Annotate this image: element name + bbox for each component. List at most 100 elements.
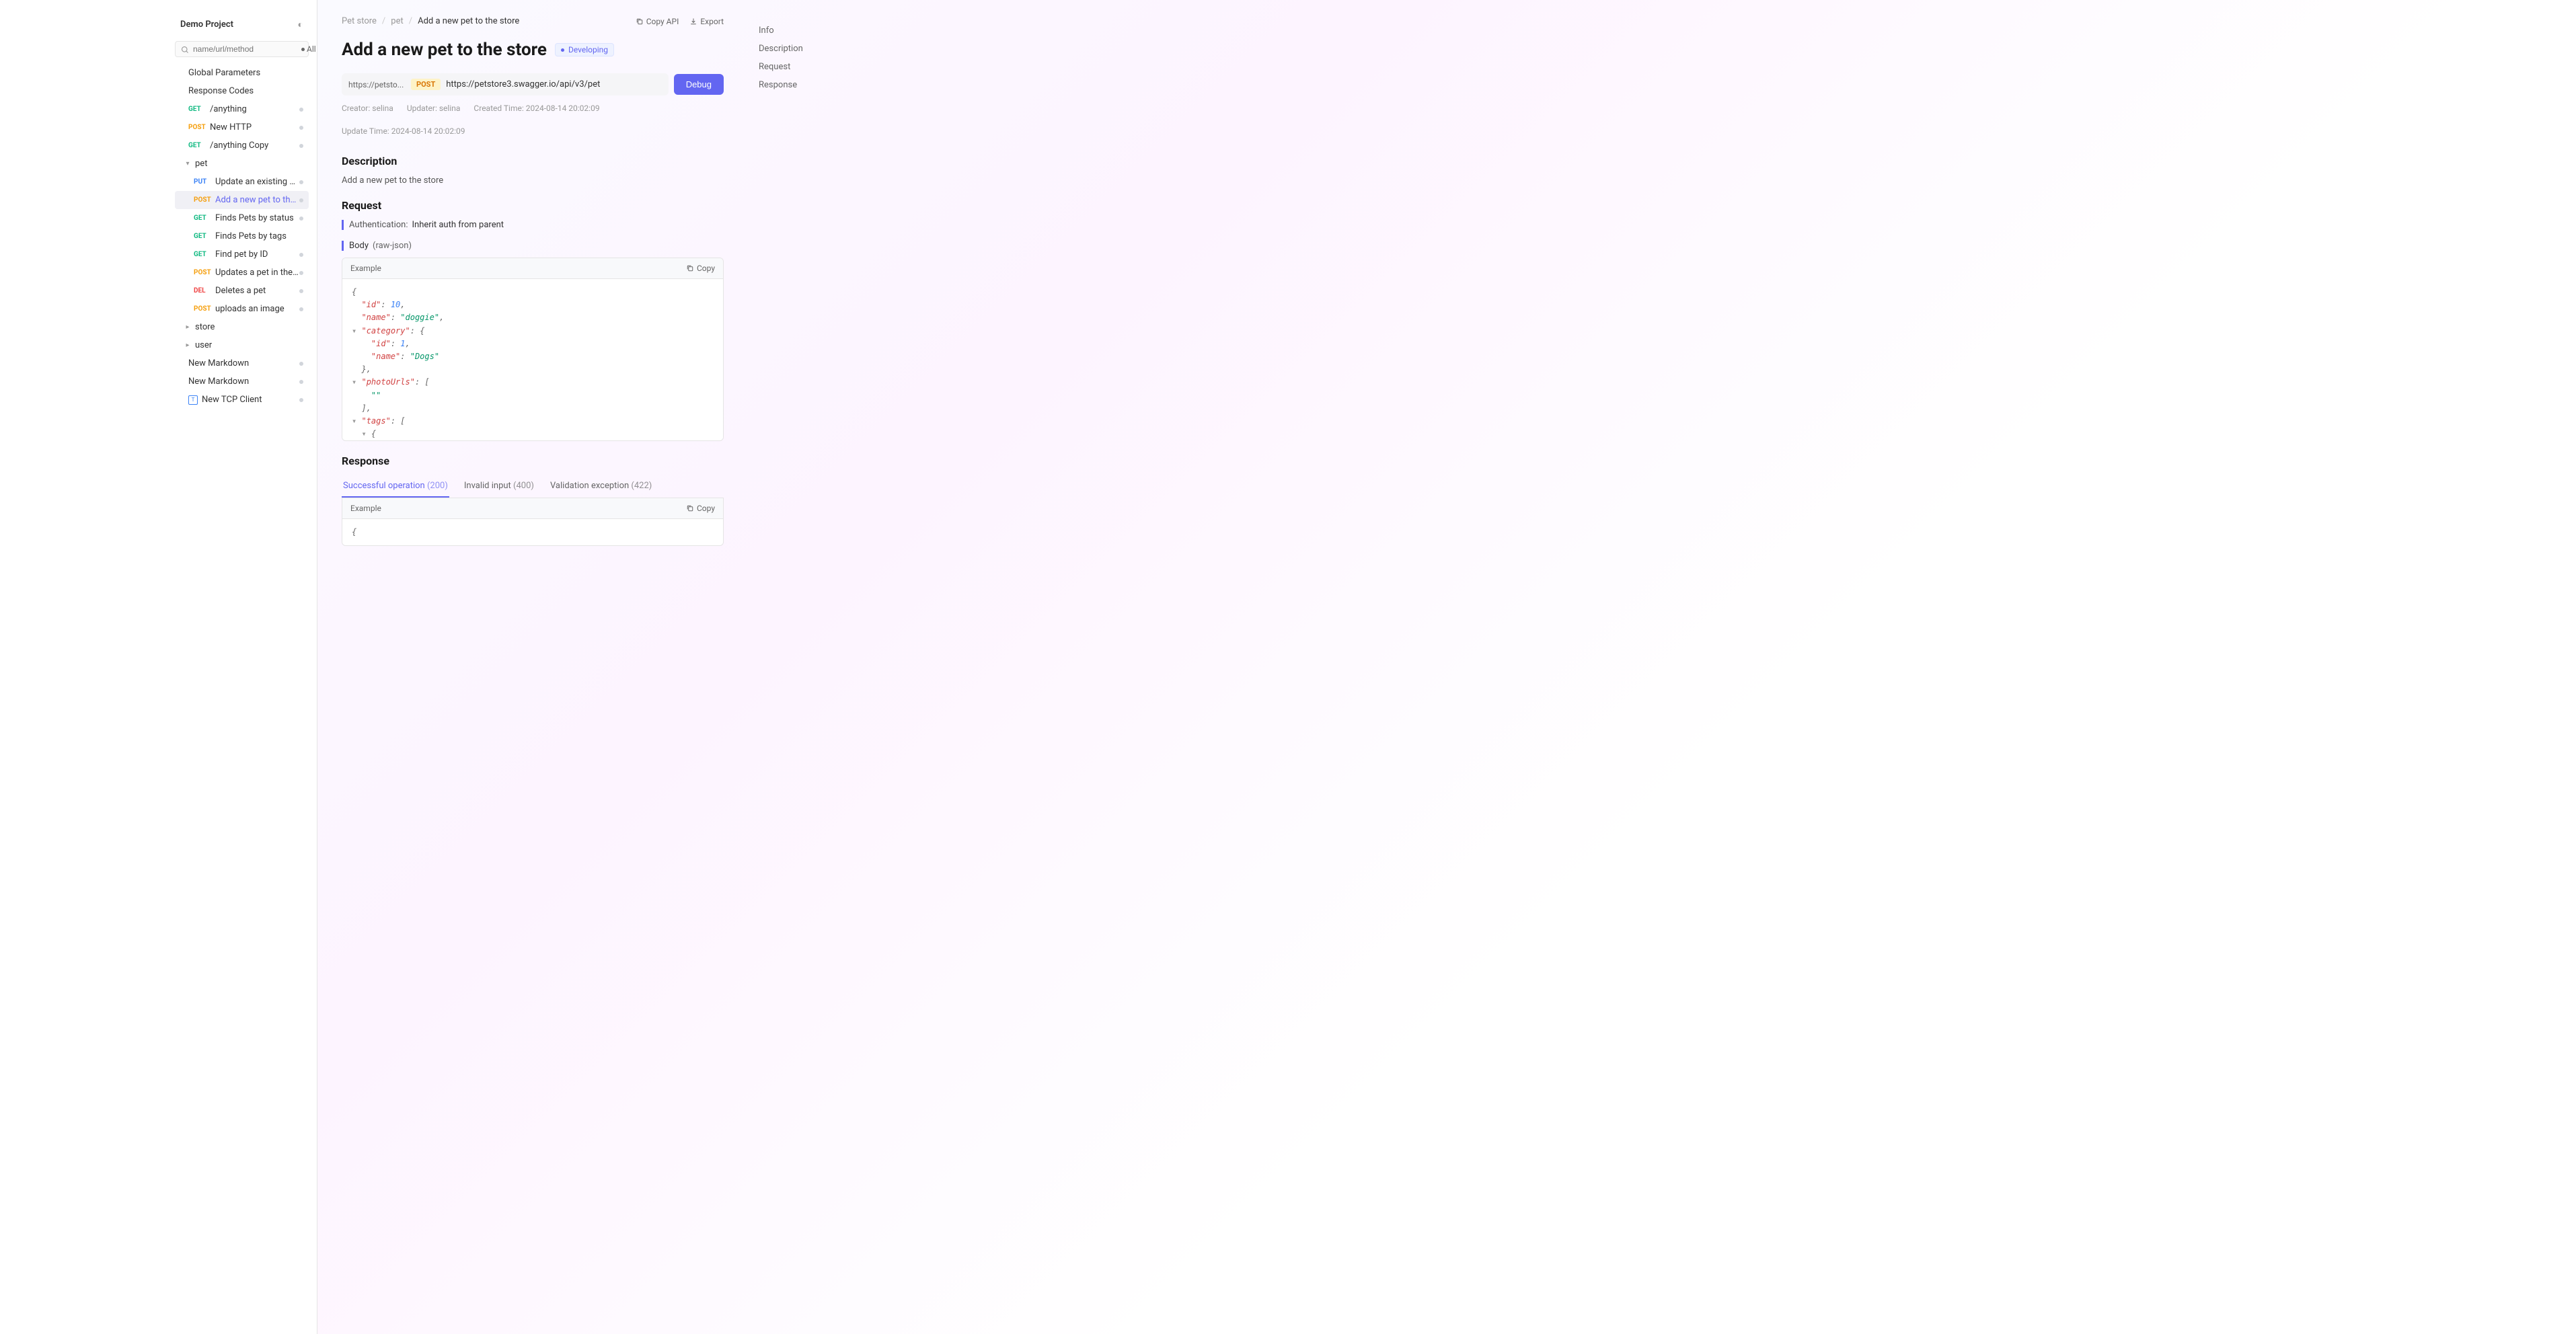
tree-item[interactable]: TNew TCP Client [175,391,309,409]
breadcrumb: Pet store / pet / Add a new pet to the s… [342,16,519,26]
tree-folder[interactable]: ▾pet [175,155,309,173]
nav-description[interactable]: Description [759,40,845,58]
tree-item[interactable]: GETFinds Pets by status [175,209,309,227]
tree-folder[interactable]: ▸store [175,318,309,336]
tree-item[interactable]: Response Codes [175,82,309,100]
expand-icon[interactable]: ▾ [183,160,192,167]
description-heading: Description [342,155,724,167]
expand-icon[interactable]: ▸ [183,342,192,349]
debug-button[interactable]: Debug [674,74,724,95]
search-input[interactable] [193,44,297,54]
tree-item[interactable]: POSTNew HTTP [175,118,309,136]
method-label: GET [194,251,215,258]
status-dot-icon [561,48,564,52]
meta-updated: Update Time: 2024-08-14 20:02:09 [342,126,465,136]
response-tab[interactable]: Invalid input (400) [463,475,535,498]
nav-response[interactable]: Response [759,76,845,94]
response-tabs: Successful operation (200) Invalid input … [342,475,724,498]
export-button[interactable]: Export [689,17,724,26]
main-area: Pet store / pet / Add a new pet to the s… [317,0,2576,1334]
tree-item-label: New HTTP [210,122,299,132]
tree-item-label: Find pet by ID [215,249,299,260]
method-label: GET [188,106,210,113]
tree-item[interactable]: GET/anything Copy [175,136,309,155]
search-filter[interactable]: All ▾ [301,44,317,54]
url-bar: https://petsto... ▾ POST https://petstor… [342,73,669,95]
status-dot-icon [299,217,303,221]
tree-item[interactable]: DELDeletes a pet [175,282,309,300]
status-dot-icon [299,108,303,112]
status-badge: Developing [555,43,614,56]
tree-item-label: New Markdown [188,358,299,368]
request-body-example: Example Copy { "id": 10, "name": "doggie… [342,258,724,441]
project-title-row: Demo Project ◐ [175,13,309,38]
meta-creator: Creator: selina [342,104,393,113]
code-body[interactable]: { "id": 10, "name": "doggie", ▾ "categor… [342,279,723,440]
title-row: Add a new pet to the store Developing [342,40,724,60]
tree-folder[interactable]: ▸user [175,336,309,354]
tree-item[interactable]: POSTAdd a new pet to the ... [175,191,309,209]
status-dot-icon [299,144,303,148]
breadcrumb-item[interactable]: pet [391,16,403,26]
method-label: GET [188,142,210,149]
copy-code-button[interactable]: Copy [686,264,715,273]
method-label: POST [188,124,210,131]
response-heading: Response [342,455,724,467]
code-body[interactable]: { [342,519,723,545]
method-badge: POST [411,79,441,90]
tree-item-label: /anything Copy [210,141,299,151]
tree-item[interactable]: POSTuploads an image [175,300,309,318]
response-example: Example Copy { [342,498,724,546]
theme-icon[interactable]: ◐ [298,19,303,30]
tree-item-label: Response Codes [188,86,303,96]
tree-item-label: Global Parameters [188,68,303,78]
nav-request[interactable]: Request [759,58,845,76]
tcp-icon: T [188,395,198,405]
copy-code-button[interactable]: Copy [686,504,715,513]
copy-api-button[interactable]: Copy API [636,17,679,26]
tree-item-label: user [195,340,303,350]
auth-value: Inherit auth from parent [412,220,504,230]
auth-row: Authentication: Inherit auth from parent [342,220,724,230]
tree-item[interactable]: GET/anything [175,100,309,118]
method-label: DEL [194,287,215,295]
page-title: Add a new pet to the store [342,40,547,60]
method-label: POST [194,305,215,313]
status-dot-icon [299,398,303,402]
tree-item[interactable]: New Markdown [175,372,309,391]
tree-item-label: Deletes a pet [215,286,299,296]
code-header: Example Copy [342,258,723,279]
response-tab[interactable]: Successful operation (200) [342,475,449,498]
breadcrumb-item[interactable]: Pet store [342,16,377,26]
body-header: Body (raw-json) [342,241,724,251]
status-dot-icon [299,180,303,184]
request-heading: Request [342,199,724,212]
response-tab[interactable]: Validation exception (422) [549,475,653,498]
example-label: Example [350,504,381,513]
method-label: POST [194,196,215,204]
tree-item-label: Finds Pets by status [215,213,299,223]
tree-item-label: Update an existing pet [215,177,299,187]
tree-item[interactable]: New Markdown [175,354,309,372]
nav-info[interactable]: Info [759,22,845,40]
status-dot-icon [299,198,303,202]
tree-item-label: store [195,322,303,332]
tree-item[interactable]: PUTUpdate an existing pet [175,173,309,191]
expand-icon[interactable]: ▸ [183,323,192,331]
status-dot-icon [299,271,303,275]
tree-item[interactable]: GETFinds Pets by tags [175,227,309,245]
breadcrumb-row: Pet store / pet / Add a new pet to the s… [342,16,724,26]
tree-item[interactable]: Global Parameters [175,64,309,82]
tree-item-label: uploads an image [215,304,299,314]
example-label: Example [350,264,381,273]
tree-item[interactable]: GETFind pet by ID [175,245,309,264]
status-dot-icon [299,307,303,311]
search-icon [181,44,189,54]
body-type: (raw-json) [373,241,412,251]
status-dot-icon [299,380,303,384]
environment-select[interactable]: https://petsto... ▾ [348,80,406,89]
method-label: GET [194,214,215,222]
tree-item[interactable]: POSTUpdates a pet in the st... [175,264,309,282]
search-bar[interactable]: All ▾ [175,41,309,57]
url-text: https://petstore3.swagger.io/api/v3/pet [446,79,661,89]
